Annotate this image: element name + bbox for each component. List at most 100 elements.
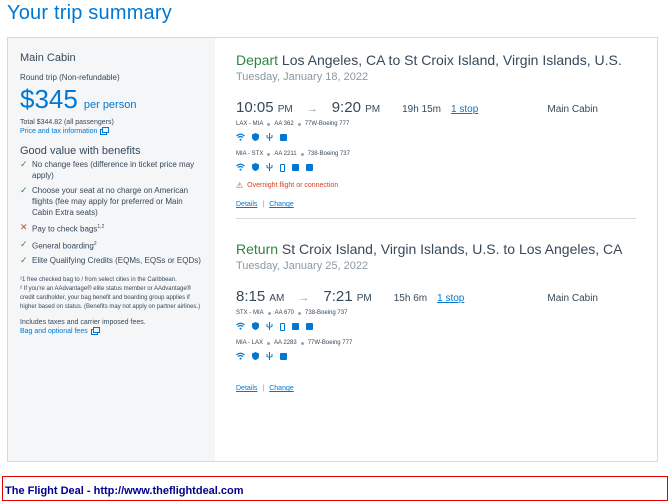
depart-heading: Depart Los Angeles, CA to St Croix Islan… <box>236 52 646 68</box>
depart-segment: Depart Los Angeles, CA to St Croix Islan… <box>236 52 646 208</box>
leg-route: MIA - STX <box>236 151 264 157</box>
link-separator: | <box>262 385 265 392</box>
cabin-class: Main Cabin <box>547 104 598 115</box>
taxes-note: Includes taxes and carrier imposed fees. <box>20 319 146 327</box>
check-icon: ✓ <box>20 255 28 266</box>
time-value: 9:20 <box>331 99 361 116</box>
benefit-text: Choose your seat at no charge on America… <box>32 186 189 217</box>
benefit-item: ✓ General boarding2 <box>20 239 203 252</box>
app-icon <box>306 323 313 330</box>
price: $ 345 per person <box>20 84 203 115</box>
external-link-icon <box>90 326 100 335</box>
video-icon <box>292 164 299 171</box>
shield-icon <box>252 132 259 143</box>
price-tax-link[interactable]: Price and tax information <box>20 126 203 135</box>
depart-time: 10:05 PM <box>236 99 293 116</box>
cabin-class: Main Cabin <box>547 293 598 304</box>
time-ampm: PM <box>356 293 372 304</box>
separator-dot-icon <box>267 311 271 315</box>
change-link[interactable]: Change <box>269 201 294 208</box>
benefit-text: General boarding <box>32 241 94 251</box>
shield-icon <box>252 162 259 173</box>
return-label: Return <box>236 241 279 257</box>
time-ampm: PM <box>365 104 381 115</box>
warning-icon: ⚠ <box>236 181 244 190</box>
power-outlet-icon <box>266 351 273 362</box>
depart-label: Depart <box>236 52 279 68</box>
bag-fees-link-label: Bag and optional fees <box>20 328 88 336</box>
depart-times: 10:05 PM → 9:20 PM 19h 15m 1 stop Main C… <box>236 99 646 116</box>
mobile-device-icon <box>280 322 285 331</box>
stops-link[interactable]: 1 stop <box>451 104 478 115</box>
leg-flight: AA 362 <box>274 121 294 127</box>
stops-link[interactable]: 1 stop <box>437 293 464 304</box>
time-ampm: PM <box>277 104 293 115</box>
footnote-1: ¹1 free checked bag to / from select cit… <box>20 277 177 284</box>
watermark-banner: The Flight Deal - http://www.theflightde… <box>2 476 668 501</box>
leg-flight: AA 2211 <box>274 151 297 157</box>
details-link[interactable]: Details <box>236 385 257 392</box>
time-ampm: AM <box>269 293 285 304</box>
entertainment-icon <box>280 134 287 141</box>
leg-flight: AA 2283 <box>274 340 297 346</box>
price-amount: 345 <box>34 84 78 114</box>
details-link[interactable]: Details <box>236 201 257 208</box>
amenities <box>236 321 646 332</box>
separator-dot-icon <box>297 122 301 126</box>
watermark-text: The Flight Deal - http://www.theflightde… <box>5 485 244 497</box>
leg-aircraft: 738-Boeing 737 <box>307 151 350 157</box>
price-tax-link-label: Price and tax information <box>20 128 98 135</box>
footnote-ref: 2 <box>93 240 97 247</box>
wifi-icon <box>236 133 245 143</box>
trip-summary-card: Main Cabin Round trip (Non-refundable) $… <box>7 37 658 462</box>
return-links: Details | Change <box>236 385 646 392</box>
link-separator: | <box>262 201 265 208</box>
bag-fees-link[interactable]: Bag and optional fees <box>20 326 203 336</box>
entertainment-icon <box>280 353 287 360</box>
footnote-2: ² If you're an AAdvantage® elite status … <box>20 286 201 311</box>
benefit-text: Elite Qualifying Credits (EQMs, EQSs or … <box>32 256 201 266</box>
trip-type: Round trip (Non-refundable) <box>20 73 120 82</box>
benefits-list: ✓ No change fees (difference in ticket p… <box>20 159 203 266</box>
leg-aircraft: 738-Boeing 737 <box>305 310 348 316</box>
time-value: 10:05 <box>236 99 274 116</box>
page-title: Your trip summary <box>7 2 172 24</box>
power-outlet-icon <box>266 162 273 173</box>
amenities <box>236 132 646 143</box>
cabin-label: Main Cabin <box>20 52 76 64</box>
leg-route: STX - MIA <box>236 310 264 316</box>
power-outlet-icon <box>266 132 273 143</box>
separator-dot-icon <box>300 341 304 345</box>
leg-flight: AA 670 <box>274 310 295 316</box>
overnight-warning: ⚠ Overnight flight or connection <box>236 181 646 190</box>
depart-links: Details | Change <box>236 201 646 208</box>
price-sidebar: Main Cabin Round trip (Non-refundable) $… <box>8 38 215 461</box>
return-segment: Return St Croix Island, Virgin Islands, … <box>236 241 646 392</box>
total-price: Total $344.82 (all passengers) <box>20 119 114 126</box>
depart-route: Los Angeles, CA to St Croix Island, Virg… <box>281 52 622 68</box>
footnotes: ¹1 free checked bag to / from select cit… <box>20 276 203 312</box>
app-icon <box>306 164 313 171</box>
leg-route: LAX - MIA <box>236 121 264 127</box>
amenities <box>236 351 646 362</box>
separator-dot-icon <box>267 122 271 126</box>
return-route: St Croix Island, Virgin Islands, U.S. to… <box>281 241 623 257</box>
flight-leg: STX - MIA AA 670 738-Boeing 737 <box>236 310 646 316</box>
warning-text: Overnight flight or connection <box>247 182 339 189</box>
video-icon <box>292 323 299 330</box>
separator-dot-icon <box>267 152 271 156</box>
wifi-icon <box>236 322 245 332</box>
price-unit: per person <box>83 99 137 111</box>
price-currency: $ <box>20 84 35 114</box>
depart-date: Tuesday, January 18, 2022 <box>236 71 369 83</box>
time-value: 8:15 <box>236 288 266 305</box>
benefit-item: ✓ Elite Qualifying Credits (EQMs, EQSs o… <box>20 255 203 266</box>
leg-route: MIA - LAX <box>236 340 264 346</box>
separator-dot-icon <box>300 152 304 156</box>
change-link[interactable]: Change <box>269 385 294 392</box>
segment-divider <box>236 218 636 219</box>
benefit-item: ✓ No change fees (difference in ticket p… <box>20 159 203 181</box>
arrival-time: 7:21 PM <box>323 288 371 305</box>
return-heading: Return St Croix Island, Virgin Islands, … <box>236 241 646 257</box>
footnote-ref: 1,2 <box>97 224 105 230</box>
